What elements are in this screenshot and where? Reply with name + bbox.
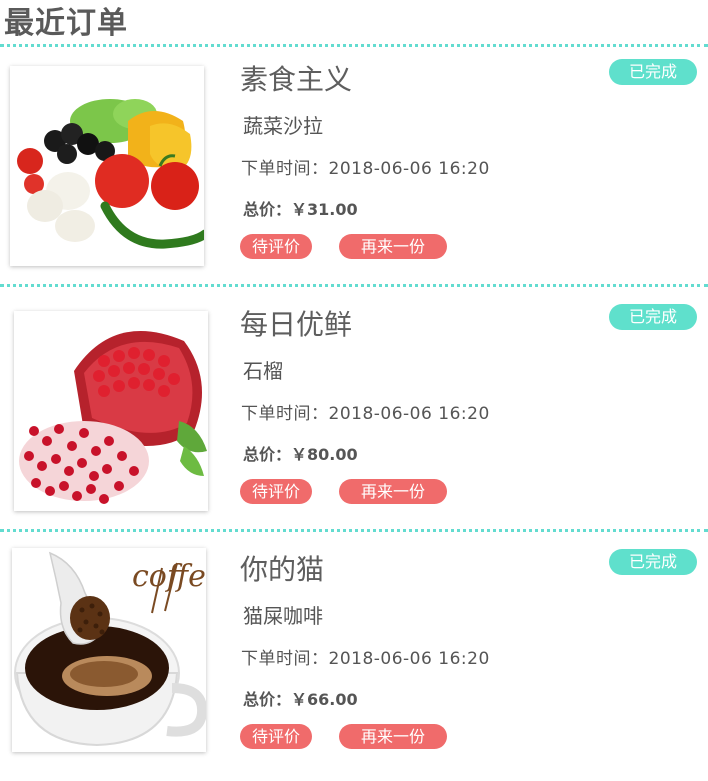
divider (0, 529, 708, 532)
product-name: 猫屎咖啡 (243, 604, 323, 628)
product-name: 石榴 (243, 359, 283, 383)
reorder-button[interactable]: 再来一份 (339, 234, 447, 259)
order-time-label: 下单时间： (241, 159, 329, 179)
shop-name: 素食主义 (240, 63, 353, 96)
order-time: 下单时间：2018-06-06 16:20 (241, 644, 490, 669)
vegetables-image[interactable] (10, 66, 204, 266)
status-badge: 已完成 (609, 59, 697, 85)
order-time-value: 16:20 (438, 649, 490, 669)
order-time: 下单时间：2018-06-06 16:20 (241, 399, 490, 424)
reorder-button[interactable]: 再来一份 (339, 479, 447, 504)
total-price-label: 总价： (243, 445, 292, 464)
total-price: 总价：￥66.00 (243, 686, 358, 710)
total-price: 总价：￥80.00 (243, 441, 358, 465)
total-price-label: 总价： (243, 200, 292, 219)
total-price-value: ￥66.00 (291, 690, 358, 709)
status-badge: 已完成 (609, 549, 697, 575)
coffee-script-text: coffe (132, 559, 206, 594)
order-card[interactable]: coffe 你的猫 猫屎咖啡 下单时间：2018-06-06 16:20 总价：￥… (0, 536, 708, 781)
product-name: 蔬菜沙拉 (243, 114, 323, 138)
divider (0, 284, 708, 287)
coffee-image[interactable]: coffe (12, 548, 206, 752)
total-price: 总价：￥31.00 (243, 196, 358, 220)
order-card[interactable]: 每日优鲜 石榴 下单时间：2018-06-06 16:20 总价：￥80.00 已… (0, 291, 708, 536)
shop-name: 你的猫 (240, 553, 325, 586)
order-time-value: 16:20 (438, 404, 490, 424)
pomegranate-image[interactable] (14, 311, 208, 511)
review-button[interactable]: 待评价 (240, 234, 312, 259)
total-price-label: 总价： (243, 690, 292, 709)
shop-name: 每日优鲜 (240, 308, 353, 341)
total-price-value: ￥31.00 (291, 200, 358, 219)
order-time-label: 下单时间： (241, 649, 329, 669)
total-price-value: ￥80.00 (291, 445, 358, 464)
review-button[interactable]: 待评价 (240, 724, 312, 749)
page-title: 最近订单 (4, 6, 128, 41)
order-card[interactable]: 素食主义 蔬菜沙拉 下单时间：2018-06-06 16:20 总价：￥31.00… (0, 46, 708, 291)
order-date: 2018-06-06 (328, 159, 433, 179)
order-date: 2018-06-06 (328, 649, 433, 669)
order-date: 2018-06-06 (328, 404, 433, 424)
order-time-label: 下单时间： (241, 404, 329, 424)
reorder-button[interactable]: 再来一份 (339, 724, 447, 749)
order-time-value: 16:20 (438, 159, 490, 179)
status-badge: 已完成 (609, 304, 697, 330)
review-button[interactable]: 待评价 (240, 479, 312, 504)
order-time: 下单时间：2018-06-06 16:20 (241, 154, 490, 179)
